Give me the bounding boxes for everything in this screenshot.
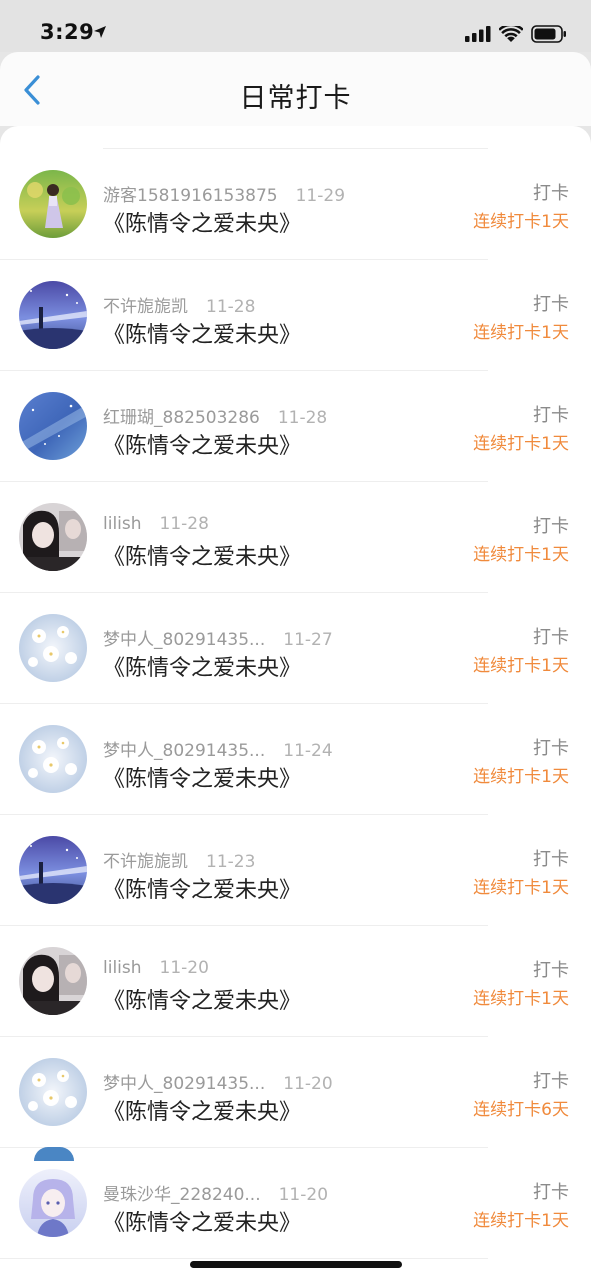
status-time: 3:29 xyxy=(40,20,95,44)
book-title: 《陈情令之爱未央》 xyxy=(103,434,302,459)
checkin-date: 11-24 xyxy=(283,741,333,761)
checkin-date: 11-27 xyxy=(283,630,333,650)
streak-label: 连续打卡1天 xyxy=(473,989,569,1009)
checkin-date: 11-28 xyxy=(277,408,328,428)
list-item[interactable]: 红珊瑚_882503286 11-28 《陈情令之爱未央》 打卡 连续打卡1天 xyxy=(0,371,569,482)
book-title: 《陈情令之爱未央》 xyxy=(103,656,302,681)
book-title: 《陈情令之爱未央》 xyxy=(103,1211,302,1236)
status-icons xyxy=(465,22,567,46)
checkin-label: 打卡 xyxy=(533,738,569,759)
avatar-girl-field-icon xyxy=(19,170,87,238)
checkin-list-panel: 游客1581916153875 11-29 《陈情令之爱未央》 打卡 连续打卡1天 xyxy=(0,126,591,1280)
checkin-date: 11-20 xyxy=(159,958,209,978)
avatar[interactable] xyxy=(19,392,87,460)
checkin-date: 11-20 xyxy=(283,1074,333,1094)
book-title: 《陈情令之爱未央》 xyxy=(103,989,302,1014)
book-title: 《陈情令之爱未央》 xyxy=(103,767,302,792)
checkin-label: 打卡 xyxy=(533,516,569,537)
avatar[interactable] xyxy=(19,170,87,238)
avatar[interactable] xyxy=(19,1169,87,1237)
username: 曼珠沙华_228240... xyxy=(103,1185,261,1205)
checkin-list: 游客1581916153875 11-29 《陈情令之爱未央》 打卡 连续打卡1天 xyxy=(0,149,591,1259)
streak-label: 连续打卡1天 xyxy=(473,545,569,565)
checkin-date: 11-23 xyxy=(206,852,256,872)
avatar-anime-character-icon xyxy=(19,1169,87,1237)
streak-label: 连续打卡1天 xyxy=(473,212,569,232)
location-arrow-icon xyxy=(94,26,106,38)
list-item[interactable]: 梦中人_80291435... 11-24 《陈情令之爱未央》 打卡 连续打卡1天 xyxy=(0,704,569,815)
streak-label: 连续打卡6天 xyxy=(473,1100,569,1120)
avatar[interactable] xyxy=(19,725,87,793)
list-item[interactable]: lilish 11-28 《陈情令之爱未央》 打卡 连续打卡1天 xyxy=(0,482,569,593)
checkin-label: 打卡 xyxy=(533,183,569,204)
checkin-label: 打卡 xyxy=(533,294,569,315)
list-item[interactable]: 游客1581916153875 11-29 《陈情令之爱未央》 打卡 连续打卡1天 xyxy=(0,149,569,260)
avatar-white-flowers-icon xyxy=(19,1058,87,1126)
checkin-date: 11-28 xyxy=(206,297,256,317)
avatar[interactable] xyxy=(19,836,87,904)
avatar[interactable] xyxy=(19,614,87,682)
streak-label: 连续打卡1天 xyxy=(473,323,569,343)
status-bar: 3:29 xyxy=(0,0,591,52)
checkin-label: 打卡 xyxy=(533,627,569,648)
checkin-label: 打卡 xyxy=(533,1071,569,1092)
avatar-portrait-icon xyxy=(19,947,87,1015)
book-title: 《陈情令之爱未央》 xyxy=(103,878,302,903)
checkin-label: 打卡 xyxy=(533,405,569,426)
list-item[interactable]: 不许旎旎凯 11-28 《陈情令之爱未央》 打卡 连续打卡1天 xyxy=(0,260,569,371)
list-item[interactable]: lilish 11-20 《陈情令之爱未央》 打卡 连续打卡1天 xyxy=(0,926,569,1037)
avatar-portrait-icon xyxy=(19,503,87,571)
avatar[interactable] xyxy=(19,947,87,1015)
avatar-white-flowers-icon xyxy=(19,614,87,682)
streak-label: 连续打卡1天 xyxy=(473,767,569,787)
username: 不许旎旎凯 xyxy=(103,852,188,872)
username: 红珊瑚_882503286 xyxy=(103,408,260,428)
streak-label: 连续打卡1天 xyxy=(473,434,569,454)
username: 梦中人_80291435... xyxy=(103,1074,266,1094)
username: 游客1581916153875 xyxy=(103,186,278,206)
avatar-lighthouse-icon xyxy=(19,281,87,349)
battery-icon xyxy=(531,25,566,43)
checkin-date: 11-29 xyxy=(295,186,346,206)
username: 梦中人_80291435... xyxy=(103,741,266,761)
wifi-icon xyxy=(499,25,523,42)
checkin-label: 打卡 xyxy=(533,1182,569,1203)
username: 不许旎旎凯 xyxy=(103,297,188,317)
username: 梦中人_80291435... xyxy=(103,630,266,650)
home-indicator[interactable] xyxy=(190,1261,402,1268)
avatar-lighthouse-icon xyxy=(19,836,87,904)
username: lilish xyxy=(103,514,142,534)
nav-header: 日常打卡 xyxy=(0,52,591,126)
checkin-date: 11-20 xyxy=(278,1185,329,1205)
signal-icon xyxy=(465,26,491,42)
book-title: 《陈情令之爱未央》 xyxy=(103,1100,302,1125)
book-title: 《陈情令之爱未央》 xyxy=(103,323,302,348)
avatar[interactable] xyxy=(19,1058,87,1126)
checkin-date: 11-28 xyxy=(159,514,209,534)
list-item[interactable]: 曼珠沙华_228240... 11-20 《陈情令之爱未央》 打卡 连续打卡1天 xyxy=(0,1148,569,1259)
list-item[interactable]: 不许旎旎凯 11-23 《陈情令之爱未央》 打卡 连续打卡1天 xyxy=(0,815,569,926)
book-title: 《陈情令之爱未央》 xyxy=(103,212,302,237)
avatar-white-flowers-icon xyxy=(19,725,87,793)
page-title: 日常打卡 xyxy=(239,83,352,114)
list-item[interactable]: 梦中人_80291435... 11-27 《陈情令之爱未央》 打卡 连续打卡1天 xyxy=(0,593,569,704)
avatar-starry-sky-icon xyxy=(19,392,87,460)
username: lilish xyxy=(103,958,142,978)
book-title: 《陈情令之爱未央》 xyxy=(103,545,302,570)
list-item[interactable]: 梦中人_80291435... 11-20 《陈情令之爱未央》 打卡 连续打卡6天 xyxy=(0,1037,569,1148)
avatar[interactable] xyxy=(19,503,87,571)
streak-label: 连续打卡1天 xyxy=(473,878,569,898)
streak-label: 连续打卡1天 xyxy=(473,1211,569,1231)
next-avatar-peek xyxy=(34,1147,74,1161)
streak-label: 连续打卡1天 xyxy=(473,656,569,676)
avatar[interactable] xyxy=(19,281,87,349)
checkin-label: 打卡 xyxy=(533,849,569,870)
checkin-label: 打卡 xyxy=(533,960,569,981)
